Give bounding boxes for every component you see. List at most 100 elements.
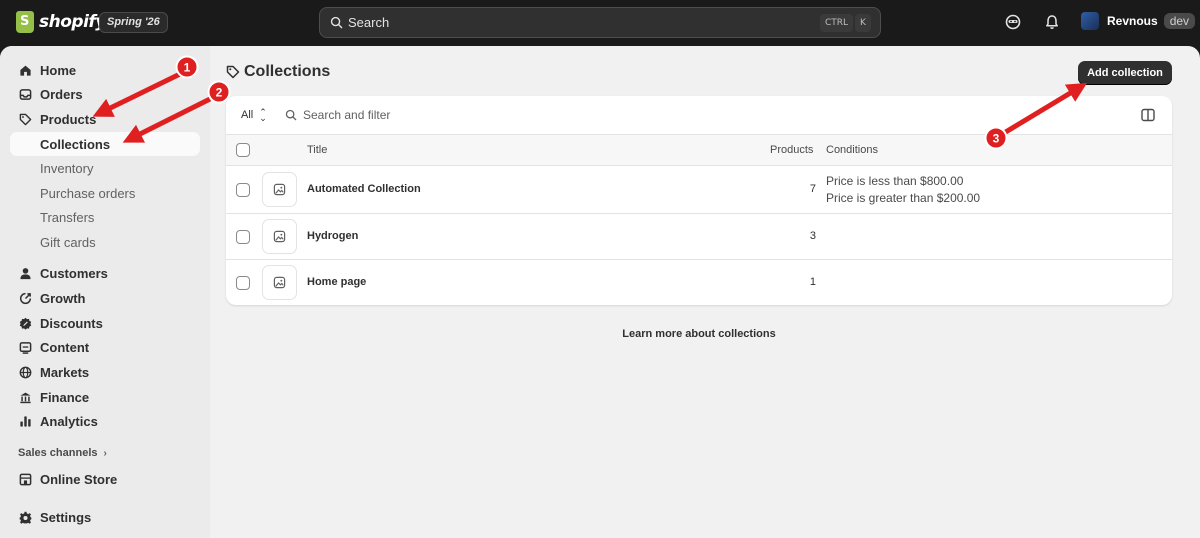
column-title[interactable]: Title bbox=[307, 144, 327, 156]
edition-badge[interactable]: Spring '26 bbox=[99, 12, 168, 33]
sidebar-label: Content bbox=[40, 339, 90, 355]
add-collection-button[interactable]: Add collection bbox=[1078, 61, 1172, 85]
product-count: 1 bbox=[809, 276, 816, 288]
table-row[interactable]: Automated Collection 7 Price is less tha… bbox=[226, 167, 1172, 214]
gear-icon bbox=[18, 510, 32, 524]
sidebar-item-collections[interactable]: Collections bbox=[10, 132, 200, 156]
sidebar-item-customers[interactable]: Customers bbox=[10, 261, 200, 285]
column-products[interactable]: Products bbox=[770, 144, 813, 156]
sales-channels-heading[interactable]: Sales channels › bbox=[18, 447, 107, 459]
section-label: Sales channels bbox=[18, 447, 98, 459]
top-bar: shopify Spring '26 Search CTRL K Revnous… bbox=[0, 0, 1200, 46]
discount-badge-icon bbox=[18, 316, 32, 330]
sidebar-item-growth[interactable]: Growth bbox=[10, 286, 200, 310]
brand-name: shopify bbox=[39, 12, 106, 32]
sidebar-item-markets[interactable]: Markets bbox=[10, 360, 200, 384]
table-row[interactable]: Hydrogen 3 bbox=[226, 214, 1172, 260]
sidebar-label: Orders bbox=[40, 86, 83, 102]
account-menu[interactable]: Revnous dev bbox=[1081, 12, 1196, 30]
sidebar-item-gift-cards[interactable]: Gift cards bbox=[10, 230, 200, 254]
product-count: 7 bbox=[809, 183, 816, 195]
column-conditions: Conditions bbox=[826, 144, 878, 156]
view-label: All bbox=[241, 109, 254, 121]
collection-title: Home page bbox=[307, 276, 367, 288]
collection-title: Automated Collection bbox=[307, 183, 421, 195]
bank-icon bbox=[18, 390, 32, 404]
search-icon bbox=[330, 16, 343, 29]
image-placeholder-icon bbox=[273, 276, 286, 289]
sidebar-label: Finance bbox=[40, 389, 90, 405]
page-title-text: Collections bbox=[244, 63, 331, 80]
collection-title: Hydrogen bbox=[307, 230, 359, 242]
collection-thumbnail bbox=[262, 219, 297, 254]
page-title: Collections bbox=[226, 63, 330, 81]
product-count: 3 bbox=[809, 230, 816, 242]
sidekick-icon[interactable] bbox=[1004, 13, 1022, 31]
sidebar-label: Transfers bbox=[40, 209, 95, 225]
sidebar-item-settings[interactable]: Settings bbox=[10, 505, 200, 529]
sidebar-label: Markets bbox=[40, 364, 90, 380]
search-and-filter-input[interactable]: Search and filter bbox=[285, 108, 390, 122]
learn-more-link[interactable]: Learn more about collections bbox=[226, 328, 1172, 340]
sidebar-item-home[interactable]: Home bbox=[10, 58, 200, 82]
image-placeholder-icon bbox=[273, 183, 286, 196]
sidebar-item-analytics[interactable]: Analytics bbox=[10, 409, 200, 433]
condition-line: Price is less than $800.00 bbox=[826, 174, 964, 188]
image-placeholder-icon bbox=[273, 230, 286, 243]
search-placeholder: Search bbox=[348, 15, 390, 30]
sidebar-item-content[interactable]: Content bbox=[10, 335, 200, 359]
filter-bar: All ⌃ ⌄ Search and filter bbox=[226, 96, 1172, 135]
select-all-checkbox[interactable] bbox=[236, 143, 250, 157]
chevron-right-icon: › bbox=[103, 447, 107, 459]
sidebar-item-orders[interactable]: Orders bbox=[10, 82, 200, 106]
person-icon bbox=[18, 266, 32, 280]
sort-chevrons-icon: ⌃ ⌄ bbox=[259, 107, 267, 123]
store-avatar bbox=[1081, 12, 1099, 30]
sidebar-label: Gift cards bbox=[40, 234, 96, 250]
row-checkbox[interactable] bbox=[236, 183, 250, 197]
global-search-input[interactable]: Search CTRL K bbox=[319, 7, 881, 38]
shortcut-ctrl-key: CTRL bbox=[820, 14, 854, 32]
collections-tag-icon bbox=[226, 65, 240, 79]
sidebar-label: Online Store bbox=[40, 471, 118, 487]
notifications-bell-icon[interactable] bbox=[1043, 13, 1061, 31]
table-row[interactable]: Home page 1 bbox=[226, 260, 1172, 305]
filter-placeholder: Search and filter bbox=[303, 108, 391, 122]
sidebar-label: Home bbox=[40, 62, 77, 78]
storefront-icon bbox=[18, 472, 32, 486]
sidebar-nav: Home Orders Products Collections Invento… bbox=[0, 46, 210, 538]
search-icon bbox=[285, 109, 297, 121]
inbox-icon bbox=[18, 87, 32, 101]
sidebar-label: Products bbox=[40, 111, 97, 127]
condition-line: Price is greater than $200.00 bbox=[826, 191, 981, 205]
sidebar-item-inventory[interactable]: Inventory bbox=[10, 156, 200, 180]
row-checkbox[interactable] bbox=[236, 230, 250, 244]
sidebar-label: Inventory bbox=[40, 160, 94, 176]
sidebar-label: Collections bbox=[40, 136, 111, 152]
content-icon bbox=[18, 340, 32, 354]
table-header: Title Products Conditions bbox=[226, 135, 1172, 166]
sidebar-item-online-store[interactable]: Online Store bbox=[10, 467, 200, 491]
view-selector[interactable]: All ⌃ ⌄ bbox=[241, 107, 267, 123]
sidebar-item-purchase-orders[interactable]: Purchase orders bbox=[10, 181, 200, 205]
sidebar-item-finance[interactable]: Finance bbox=[10, 385, 200, 409]
shopify-logo[interactable]: shopify bbox=[16, 11, 106, 33]
tag-icon bbox=[18, 112, 32, 126]
collection-thumbnail bbox=[262, 265, 297, 300]
growth-icon bbox=[18, 291, 32, 305]
bar-chart-icon bbox=[18, 414, 32, 428]
shopify-bag-icon bbox=[16, 11, 34, 33]
columns-icon[interactable] bbox=[1140, 107, 1156, 123]
sidebar-item-discounts[interactable]: Discounts bbox=[10, 311, 200, 335]
dev-badge: dev bbox=[1163, 13, 1196, 29]
row-checkbox[interactable] bbox=[236, 276, 250, 290]
sidebar-item-products[interactable]: Products bbox=[10, 107, 200, 131]
store-name: Revnous bbox=[1107, 14, 1158, 28]
admin-frame: Home Orders Products Collections Invento… bbox=[0, 46, 1200, 538]
collection-conditions: Price is less than $800.00 Price is grea… bbox=[826, 173, 980, 207]
sidebar-item-transfers[interactable]: Transfers bbox=[10, 205, 200, 229]
home-icon bbox=[18, 63, 32, 77]
collections-table-card: All ⌃ ⌄ Search and filter Title Products … bbox=[226, 96, 1172, 305]
collection-thumbnail bbox=[262, 172, 297, 207]
shortcut-k-key: K bbox=[855, 14, 871, 32]
